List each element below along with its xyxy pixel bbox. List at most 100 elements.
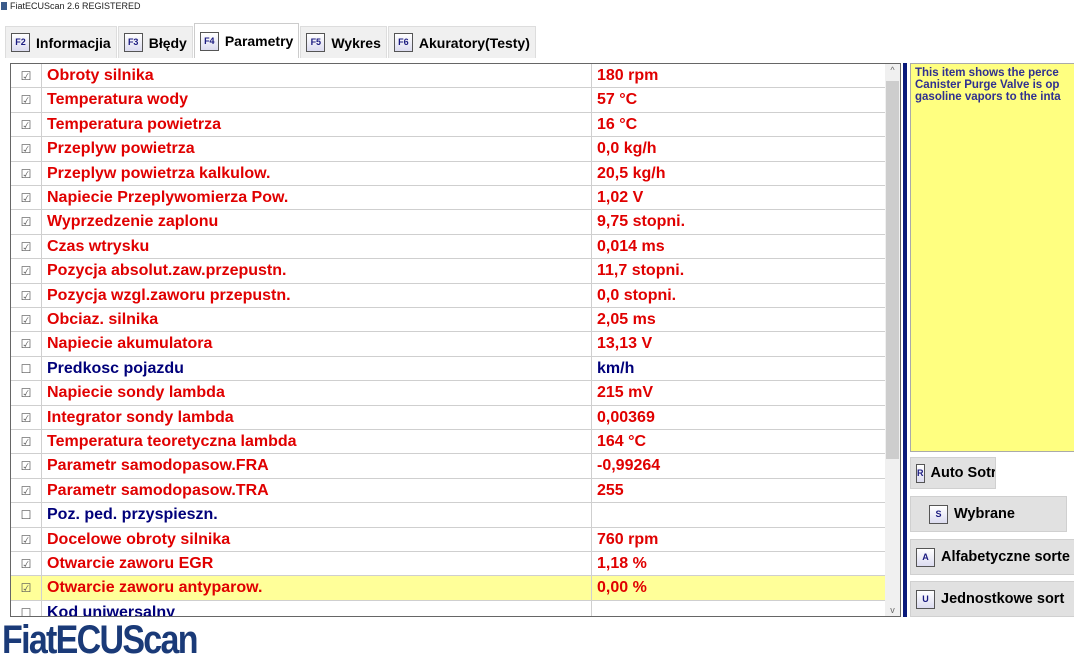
scroll-up-icon[interactable]: ^: [885, 65, 900, 75]
row-checkbox[interactable]: ☑: [11, 478, 42, 503]
row-checkbox[interactable]: ☑: [11, 88, 42, 112]
table-row[interactable]: ☐ Poz. ped. przyspieszn.: [11, 503, 886, 528]
param-value: 215 mV: [591, 381, 886, 405]
param-value: 13,13 V: [591, 332, 886, 356]
unit-sort-button[interactable]: U Jednostkowe sort: [910, 581, 1074, 617]
param-name: Przeplyw powietrza kalkulow.: [47, 164, 271, 182]
table-row[interactable]: ☐ Predkosc pojazdu km/h: [11, 356, 886, 382]
row-checkbox[interactable]: ☑: [11, 137, 42, 161]
selected-button[interactable]: S Wybrane: [910, 496, 1067, 532]
table-row[interactable]: ☑ Pozycja absolut.zaw.przepustn. 11,7 stop…: [11, 259, 886, 284]
param-name: Otwarcie zaworu EGR: [47, 555, 214, 572]
row-checkbox[interactable]: ☑: [11, 64, 42, 88]
row-checkbox[interactable]: ☑: [11, 112, 42, 137]
description-line: This item shows the perce: [915, 67, 1059, 79]
table-row[interactable]: ☑ Docelowe obroty silnika 760 rpm: [11, 527, 886, 552]
row-checkbox[interactable]: ☑: [11, 430, 42, 454]
param-value: 0,0 stopni.: [591, 283, 886, 307]
key-icon: F3: [123, 33, 143, 52]
table-row[interactable]: ☑ Otwarcie zaworu EGR 1,18 %: [11, 552, 886, 577]
row-checkbox[interactable]: ☐: [11, 503, 42, 527]
table-row[interactable]: ☑ Napiecie akumulatora 13,13 V: [11, 332, 886, 357]
row-checkbox[interactable]: ☑: [11, 161, 42, 185]
param-name: Wyprzedzenie zaplonu: [47, 213, 219, 231]
table-row[interactable]: ☑ Otwarcie zaworu antyparow. 0,00 %: [11, 576, 886, 601]
table-row[interactable]: ☑ Parametr samodopasow.TRA 255: [11, 478, 886, 504]
table-row[interactable]: ☑ Parametr samodopasow.FRA -0,99264: [11, 454, 886, 479]
table-row[interactable]: ☑ Obciaz. silnika 2,05 ms: [11, 308, 886, 333]
param-value: 0,014 ms: [591, 234, 886, 259]
param-value: [591, 503, 886, 527]
param-name: Obroty silnika: [47, 67, 154, 84]
param-name: Temperatura powietrza: [47, 115, 221, 133]
param-name: Integrator sondy lambda: [47, 408, 234, 426]
auto-sort-button[interactable]: R Auto Sotr.: [910, 457, 996, 489]
row-checkbox[interactable]: ☑: [11, 234, 42, 259]
row-checkbox[interactable]: ☑: [11, 576, 42, 600]
param-value: 20,5 kg/h: [591, 161, 886, 185]
tab-akuratorytesty[interactable]: F6 Akuratory(Testy): [387, 26, 536, 58]
param-value: 0,00369: [591, 405, 886, 429]
param-value: 16 °C: [591, 112, 886, 137]
tab-label: Parametry: [224, 33, 294, 49]
param-name: Obciaz. silnika: [47, 311, 159, 328]
table-row[interactable]: ☑ Integrator sondy lambda 0,00369: [11, 405, 886, 430]
row-checkbox[interactable]: ☑: [11, 283, 42, 307]
row-checkbox[interactable]: ☑: [11, 210, 42, 234]
param-name: Docelowe obroty silnika: [47, 530, 231, 548]
table-row[interactable]: ☑ Temperatura wody 57 °C: [11, 88, 886, 113]
tab-informacjia[interactable]: F2 Informacjia: [5, 26, 117, 58]
logo: FiatECUScan: [2, 618, 198, 662]
button-label: Auto Sotr.: [930, 465, 996, 481]
button-label: Alfabetyczne sorte: [941, 549, 1070, 565]
row-checkbox[interactable]: ☑: [11, 308, 42, 332]
row-checkbox[interactable]: ☑: [11, 552, 42, 576]
key-u-icon: U: [916, 589, 935, 609]
param-value: 164 °C: [591, 430, 886, 454]
param-value: 255: [591, 478, 886, 503]
row-checkbox[interactable]: ☑: [11, 259, 42, 283]
row-checkbox[interactable]: ☑: [11, 186, 42, 210]
button-label: Jednostkowe sort: [941, 591, 1065, 607]
table-row[interactable]: ☑ Czas wtrysku 0,014 ms: [11, 234, 886, 260]
scrollbar-thumb[interactable]: [886, 81, 899, 459]
table-row[interactable]: ☑ Temperatura powietrza 16 °C: [11, 112, 886, 138]
app-icon: [1, 2, 7, 10]
table-row[interactable]: ☐ Kod uniwersalny: [11, 600, 886, 616]
button-label: Wybrane: [954, 506, 1015, 522]
table-row[interactable]: ☑ Pozycja wzgl.zaworu przepustn. 0,0 stopn…: [11, 283, 886, 308]
table-row[interactable]: ☑ Przeplyw powietrza 0,0 kg/h: [11, 137, 886, 162]
scroll-down-icon[interactable]: v: [885, 605, 900, 615]
alphabetic-sort-button[interactable]: A Alfabetyczne sorte: [910, 539, 1074, 575]
key-r-icon: R: [916, 463, 925, 483]
table-row[interactable]: ☑ Temperatura teoretyczna lambda 164 °C: [11, 430, 886, 455]
param-value: 9,75 stopni.: [591, 210, 886, 234]
row-checkbox[interactable]: ☑: [11, 454, 42, 478]
splitter[interactable]: [903, 63, 907, 617]
row-checkbox[interactable]: ☐: [11, 600, 42, 616]
param-name: Napiecie akumulatora: [47, 335, 213, 353]
tab-label: Informacjia: [36, 34, 111, 51]
row-checkbox[interactable]: ☑: [11, 381, 42, 405]
tab-parametry[interactable]: F4 Parametry: [193, 23, 300, 58]
table-row[interactable]: ☑ Przeplyw powietrza kalkulow. 20,5 kg/h: [11, 161, 886, 186]
row-checkbox[interactable]: ☑: [11, 332, 42, 356]
param-value: 180 rpm: [591, 64, 886, 88]
table-row[interactable]: ☑ Wyprzedzenie zaplonu 9,75 stopni.: [11, 210, 886, 235]
table-row[interactable]: ☑ Obroty silnika 180 rpm: [11, 64, 886, 89]
table-row[interactable]: ☑ Napiecie Przeplywomierza Pow. 1,02 V: [11, 186, 886, 211]
row-checkbox[interactable]: ☑: [11, 405, 42, 429]
param-name: Poz. ped. przyspieszn.: [47, 506, 218, 524]
row-checkbox[interactable]: ☐: [11, 356, 42, 381]
tab-bdy[interactable]: F3 Błędy: [117, 26, 193, 58]
row-checkbox[interactable]: ☑: [11, 527, 42, 551]
description-line: gasoline vapors to the inta: [915, 91, 1061, 103]
parameters-table: ☐ Kod uniwersalny ☑ Otwarcie zaworu antypar…: [10, 63, 901, 617]
param-name: Przeplyw powietrza: [47, 140, 195, 158]
param-value: 57 °C: [591, 88, 886, 112]
table-row[interactable]: ☑ Napiecie sondy lambda 215 mV: [11, 381, 886, 406]
param-name: Temperatura teoretyczna lambda: [47, 433, 297, 450]
scrollbar[interactable]: ^ v: [885, 64, 900, 616]
tab-wykres[interactable]: F5 Wykres: [300, 26, 387, 58]
key-icon: F2: [11, 33, 30, 52]
